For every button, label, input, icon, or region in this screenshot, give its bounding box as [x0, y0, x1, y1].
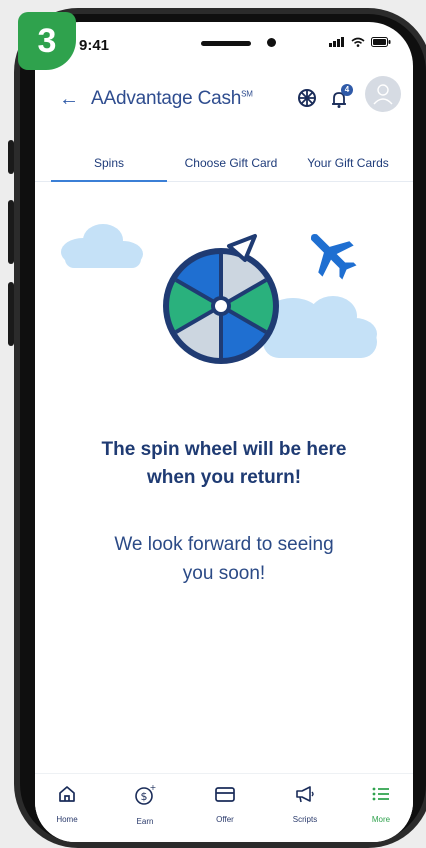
phone-volume-up [8, 200, 14, 264]
nav-label-home: Home [56, 815, 78, 824]
tab-bar: Spins Choose Gift Card Your Gift Cards [35, 156, 413, 186]
megaphone-icon [296, 786, 314, 803]
service-mark: SM [241, 89, 253, 99]
tab-choose-gift-card[interactable]: Choose Gift Card [175, 156, 287, 170]
headline-message: The spin wheel will be here when you ret… [35, 436, 413, 492]
status-bar: 9:41 [35, 22, 413, 66]
nav-item-scripts[interactable]: Scripts [275, 784, 335, 824]
headline-line-2: when you return! [146, 467, 302, 488]
notification-badge: 4 [341, 84, 353, 96]
tab-your-gift-cards[interactable]: Your Gift Cards [293, 156, 403, 170]
app-screen: 9:41 ← AAdvantage CashSM 4 Spins Choose … [35, 22, 413, 842]
nav-label-earn: Earn [136, 817, 154, 826]
list-icon [372, 787, 389, 801]
svg-text:+: + [150, 784, 156, 792]
airplane-icon [310, 233, 357, 280]
app-header: ← AAdvantage CashSM 4 [35, 82, 413, 122]
sub-message: We look forward to seeing you soon! [35, 530, 413, 588]
tab-spins[interactable]: Spins [51, 156, 167, 170]
tab-active-indicator [51, 180, 167, 182]
dynamic-island [201, 41, 251, 46]
sub-line-2: you soon! [182, 563, 266, 584]
camera-dot [267, 38, 276, 47]
nav-item-more[interactable]: More [351, 784, 411, 824]
wifi-icon [351, 37, 365, 47]
nav-item-earn[interactable]: $ + Earn [115, 783, 175, 826]
nav-item-offer[interactable]: Offer [195, 784, 255, 824]
bottom-nav: Home $ + Earn Offer Scripts More [35, 773, 413, 842]
battery-icon [371, 37, 391, 47]
status-icons [329, 37, 391, 47]
phone-side-button [8, 140, 14, 174]
card-icon [215, 787, 235, 802]
phone-volume-down [8, 282, 14, 346]
cloud-left [61, 224, 143, 268]
home-icon [59, 786, 75, 802]
arrow-left-icon[interactable]: ← [59, 88, 79, 111]
notifications-button[interactable]: 4 [329, 84, 353, 115]
nav-label-offer: Offer [216, 815, 234, 824]
avatar[interactable] [365, 76, 401, 112]
nav-item-home[interactable]: Home [37, 784, 97, 824]
page-title: AAdvantage CashSM [91, 88, 253, 110]
dollar-plus-icon: $ + [135, 783, 156, 805]
wheel [163, 234, 279, 364]
wheel-icon[interactable] [297, 88, 317, 108]
cloud-right [263, 296, 377, 358]
nav-label-more: More [371, 815, 391, 824]
status-time: 9:41 [79, 37, 110, 54]
signal-icon [329, 37, 344, 47]
headline-line-1: The spin wheel will be here [101, 439, 347, 460]
sub-line-1: We look forward to seeing [114, 534, 334, 555]
svg-text:$: $ [141, 790, 148, 803]
user-icon [373, 84, 393, 105]
spin-wheel-illustration [61, 224, 377, 364]
page-title-text: AAdvantage Cash [91, 88, 242, 109]
nav-label-scripts: Scripts [292, 815, 318, 824]
